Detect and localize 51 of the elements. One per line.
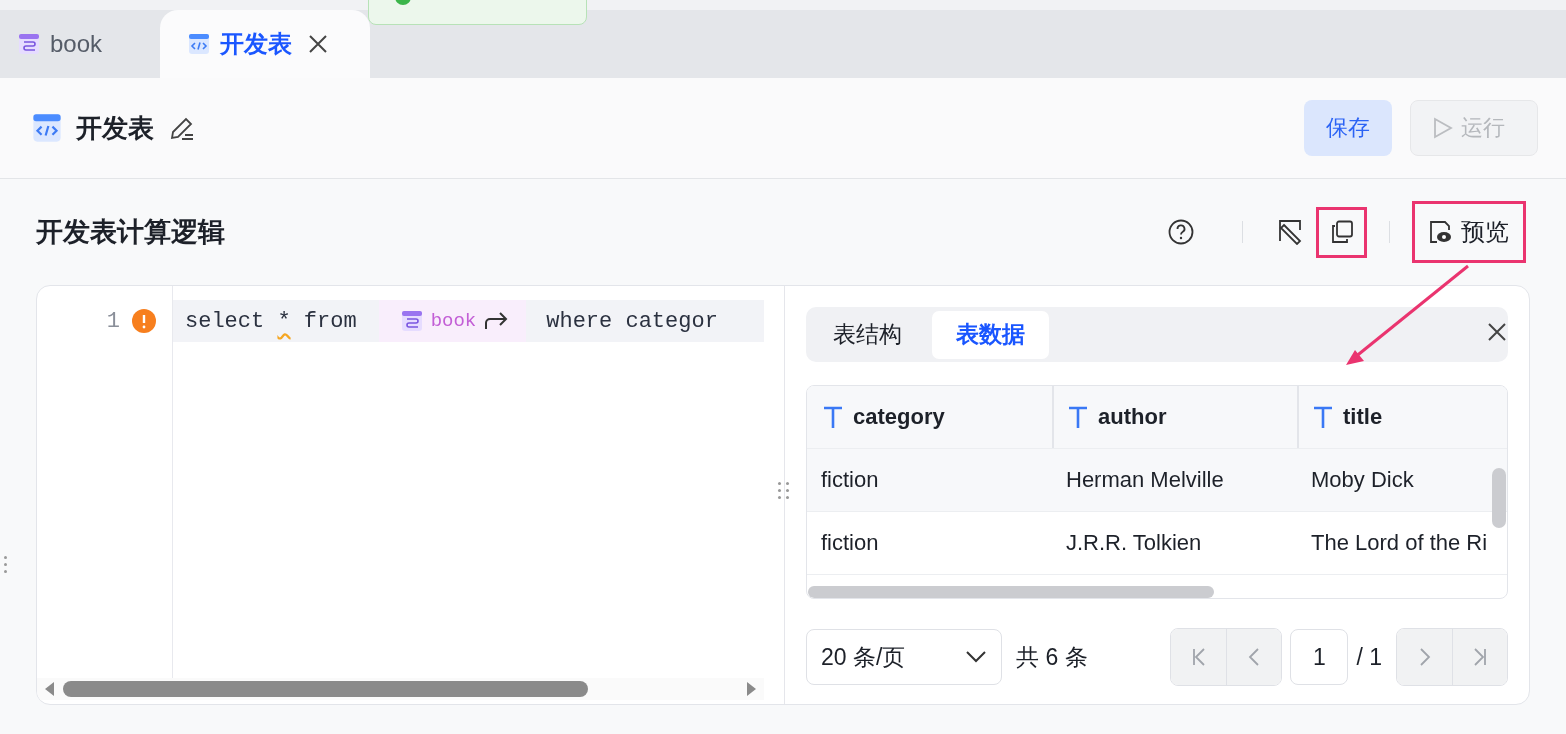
jump-arrow-icon — [484, 311, 509, 331]
line-number: 1 — [106, 308, 120, 334]
page-size-select[interactable]: 20 条/页 — [806, 629, 1002, 685]
tab[interactable]: book — [0, 10, 160, 78]
first-page-icon — [1190, 647, 1207, 667]
table-reference[interactable]: book — [378, 300, 527, 342]
horizontal-scrollbar[interactable] — [808, 586, 1214, 598]
scroll-left-icon[interactable] — [45, 682, 55, 696]
column-title: title — [1343, 404, 1383, 430]
play-icon — [1433, 117, 1453, 139]
page-input[interactable]: 1 — [1290, 629, 1349, 685]
preview-button[interactable]: 预览 — [1412, 201, 1526, 263]
save-button[interactable]: 保存 — [1304, 100, 1392, 156]
copy-button[interactable] — [1316, 206, 1367, 258]
table-cell-text: fiction — [820, 466, 880, 494]
tab[interactable]: 表数据 — [932, 310, 1049, 359]
drag-handle[interactable] — [778, 482, 790, 499]
scroll-right-icon[interactable] — [746, 682, 756, 696]
table-icon — [18, 33, 40, 55]
code-icon — [188, 33, 210, 55]
table-icon — [400, 310, 423, 332]
table-cell-text: Moby Dick — [1310, 466, 1415, 494]
image-wand-icon — [1277, 219, 1304, 245]
column-title: category — [853, 404, 945, 430]
text-type-icon — [823, 405, 843, 429]
chevron-down-icon — [965, 650, 987, 664]
text-type-icon — [1313, 405, 1333, 429]
table-cell-text: The Lord of the Ri. — [1310, 529, 1489, 557]
table-cell-text: fiction — [820, 529, 880, 557]
last-page-icon — [1472, 647, 1488, 667]
text-type-icon — [1068, 405, 1088, 429]
vertical-scrollbar[interactable] — [1492, 468, 1506, 528]
section-title: 开发表计算逻辑 — [36, 216, 225, 249]
tab[interactable]: 表结构 — [809, 310, 926, 359]
help-icon — [1167, 219, 1194, 245]
last-page-button[interactable] — [1452, 629, 1507, 685]
copy-icon — [1329, 220, 1354, 244]
page-total: / 1 — [1356, 643, 1382, 671]
horizontal-scrollbar[interactable] — [37, 678, 764, 700]
close-icon[interactable] — [308, 34, 328, 54]
close-icon[interactable] — [1487, 322, 1507, 342]
column-title: author — [1098, 404, 1167, 430]
tab[interactable]: 开发表 — [160, 10, 370, 78]
table-cell-text: J.R.R. Tolkien — [1065, 529, 1203, 557]
code-icon — [32, 113, 62, 143]
preview-icon — [1429, 220, 1453, 244]
table-cell-text: Herman Melville — [1065, 466, 1225, 494]
first-page-button[interactable] — [1171, 629, 1227, 685]
drag-handle[interactable] — [4, 556, 8, 573]
total-count: 共 6 条 — [1016, 642, 1088, 672]
page-title: 开发表 — [76, 111, 154, 145]
